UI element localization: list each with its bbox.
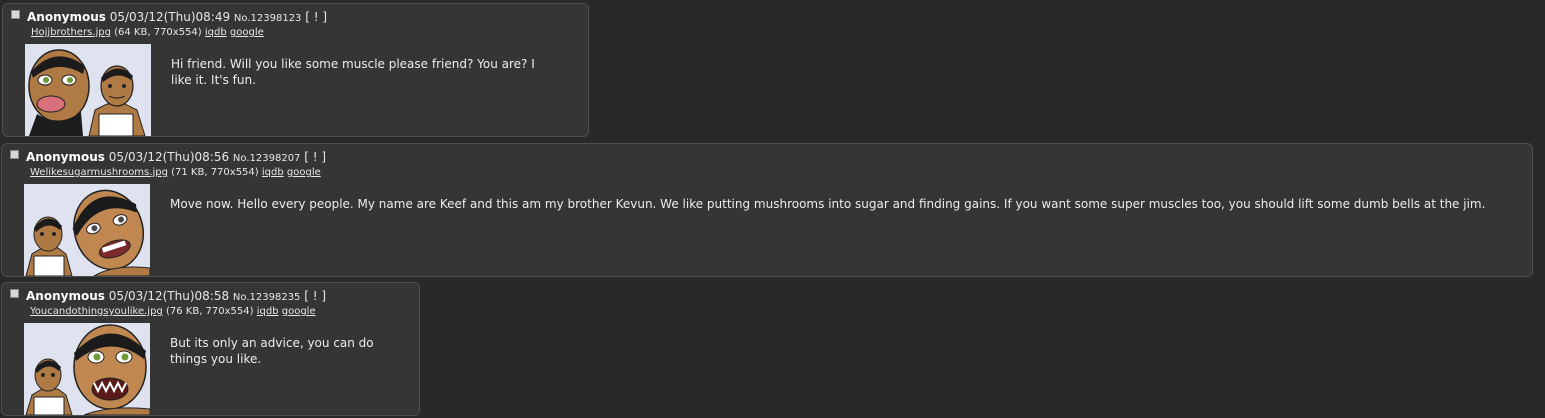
thumbnail-drawing — [24, 323, 150, 415]
post-thumbnail[interactable] — [24, 184, 150, 276]
google-link[interactable]: google — [282, 306, 316, 317]
thumbnail-drawing — [25, 44, 151, 136]
iqdb-link[interactable]: iqdb — [257, 306, 279, 317]
post-header: Anonymous 05/03/12(Thu)08:58 No.12398235… — [26, 289, 326, 305]
post-datetime: 05/03/12(Thu)08:58 — [108, 289, 230, 303]
post: Anonymous 05/03/12(Thu)08:49 No.12398123… — [2, 3, 589, 137]
report-link[interactable]: [ ! ] — [305, 10, 327, 24]
iqdb-link[interactable]: iqdb — [262, 167, 284, 178]
poster-name: Anonymous — [26, 289, 105, 303]
post-thumbnail[interactable] — [25, 44, 151, 136]
post-number-link[interactable]: No.12398123 — [234, 13, 302, 24]
poster-name: Anonymous — [27, 10, 106, 24]
post-select-checkbox[interactable] — [11, 10, 20, 19]
post-comment: Move now. Hello every people. My name ar… — [170, 197, 1486, 211]
post-number-link[interactable]: No.12398235 — [233, 292, 301, 303]
file-name-link[interactable]: Youcandothingsyoulike.jpg — [30, 306, 163, 317]
file-info: Hojjbrothers.jpg (64 KB, 770x554) iqdb g… — [31, 26, 264, 40]
file-name-link[interactable]: Hojjbrothers.jpg — [31, 27, 111, 38]
report-link[interactable]: [ ! ] — [304, 289, 326, 303]
poster-name: Anonymous — [26, 150, 105, 164]
file-info: Welikesugarmushrooms.jpg (71 KB, 770x554… — [30, 166, 321, 180]
file-meta: (71 KB, 770x554) — [171, 167, 259, 178]
google-link[interactable]: google — [230, 27, 264, 38]
file-info: Youcandothingsyoulike.jpg (76 KB, 770x55… — [30, 305, 316, 319]
iqdb-link[interactable]: iqdb — [205, 27, 227, 38]
thumbnail-drawing — [24, 184, 150, 276]
post: Anonymous 05/03/12(Thu)08:58 No.12398235… — [1, 282, 420, 416]
file-meta: (64 KB, 770x554) — [114, 27, 202, 38]
post-header: Anonymous 05/03/12(Thu)08:49 No.12398123… — [27, 10, 327, 26]
post-datetime: 05/03/12(Thu)08:56 — [108, 150, 230, 164]
file-meta: (76 KB, 770x554) — [165, 306, 254, 317]
post-comment: Hi friend. Will you like some muscle ple… — [171, 57, 535, 87]
google-link[interactable]: google — [287, 167, 321, 178]
post-datetime: 05/03/12(Thu)08:49 — [109, 10, 231, 24]
file-name-link[interactable]: Welikesugarmushrooms.jpg — [30, 167, 168, 178]
post-select-checkbox[interactable] — [10, 289, 19, 298]
post-number-link[interactable]: No.12398207 — [233, 153, 301, 164]
report-link[interactable]: [ ! ] — [304, 150, 326, 164]
post-select-checkbox[interactable] — [10, 150, 19, 159]
post-header: Anonymous 05/03/12(Thu)08:56 No.12398207… — [26, 150, 326, 166]
post-thumbnail[interactable] — [24, 323, 150, 415]
post: Anonymous 05/03/12(Thu)08:56 No.12398207… — [1, 143, 1533, 277]
post-comment: But its only an advice, you can do thing… — [170, 336, 374, 366]
